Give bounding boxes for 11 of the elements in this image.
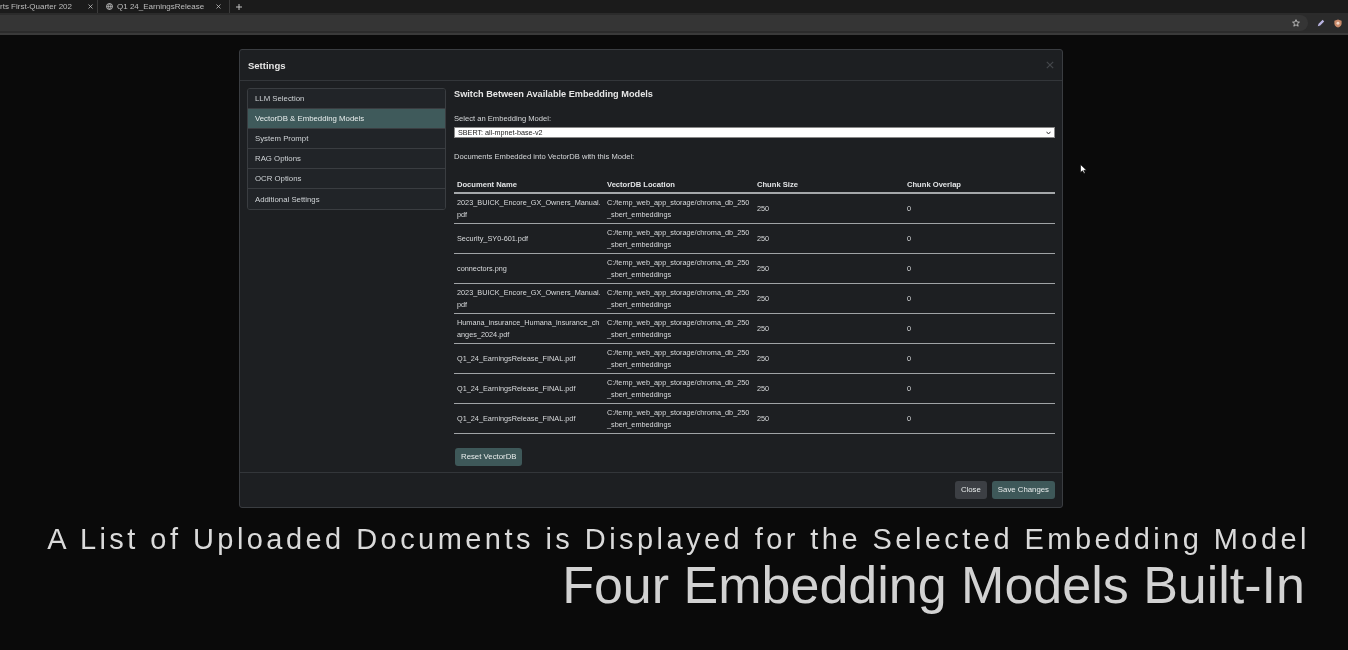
caption-subtitle: A List of Uploaded Documents is Displayed for the Selected Embedding Model (47, 521, 1310, 556)
caption-title: Four Embedding Models Built-In (562, 555, 1305, 614)
shield-icon[interactable] (1334, 18, 1342, 28)
star-icon[interactable] (1292, 19, 1300, 27)
plus-icon[interactable] (236, 3, 242, 10)
mouse-cursor-icon (1080, 164, 1087, 174)
dialog-title: Settings (248, 59, 286, 71)
section-heading: Switch Between Available Embedding Models (454, 88, 653, 100)
caret-icon (1046, 130, 1051, 135)
globe-icon (106, 3, 113, 10)
pencil-icon[interactable] (1317, 19, 1325, 27)
